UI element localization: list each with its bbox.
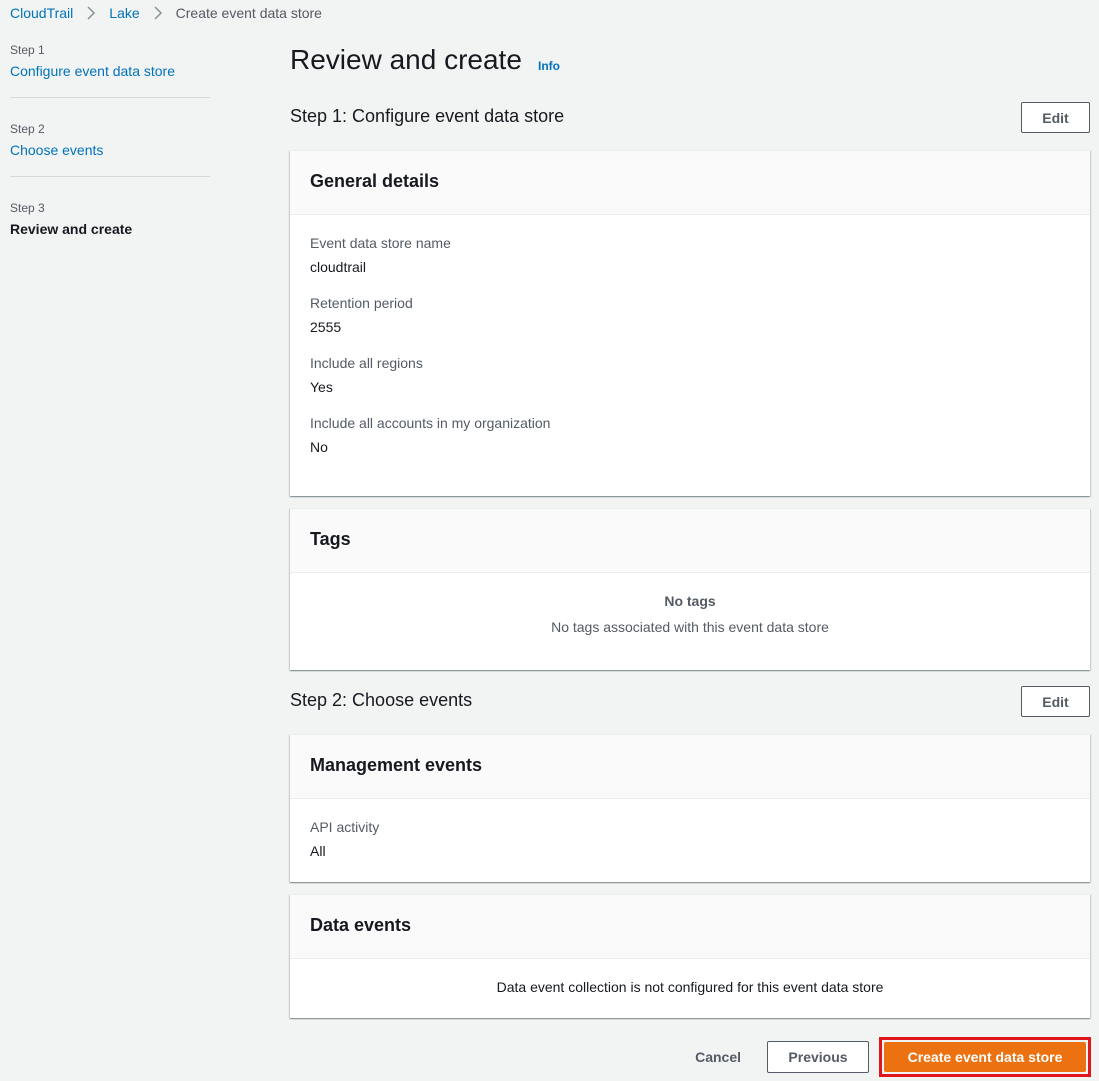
- cancel-button[interactable]: Cancel: [695, 1049, 741, 1065]
- page-title: Review and create: [290, 44, 522, 75]
- section-step2-title: Step 2: Choose events: [290, 690, 473, 710]
- wizard-steps: Step 1 Configure event data store Step 2…: [10, 43, 210, 279]
- panel-title: Data events: [310, 915, 412, 935]
- create-event-data-store-button[interactable]: Create event data store: [884, 1042, 1086, 1072]
- panel-header: Management events: [290, 735, 1090, 799]
- panel-header: Data events: [290, 895, 1090, 959]
- tags-empty-state: No tags No tags associated with this eve…: [290, 573, 1090, 635]
- field-label: Include all accounts in my organization: [310, 415, 551, 431]
- field-value: cloudtrail: [310, 259, 367, 275]
- field-label: Event data store name: [310, 235, 451, 251]
- field-event-data-store-name: Event data store name cloudtrail: [310, 235, 1070, 275]
- chevron-right-icon: [84, 6, 98, 20]
- breadcrumb-current: Create event data store: [175, 5, 322, 21]
- field-retention-period: Retention period 2555: [310, 295, 1070, 335]
- field-label: Include all regions: [310, 355, 423, 371]
- step-current-review: Review and create: [10, 221, 133, 237]
- step-number: Step 1: [10, 43, 45, 57]
- breadcrumb-cloudtrail-link[interactable]: CloudTrail: [10, 5, 73, 21]
- wizard-footer: Cancel Previous Create event data store: [695, 1037, 1091, 1077]
- field-include-all-accounts: Include all accounts in my organization …: [310, 415, 1070, 455]
- wizard-step-1: Step 1 Configure event data store: [10, 43, 210, 98]
- chevron-right-icon: [151, 6, 165, 20]
- field-value: No: [310, 439, 328, 455]
- step-link-configure[interactable]: Configure event data store: [10, 63, 210, 79]
- wizard-step-3: Step 3 Review and create: [10, 201, 210, 255]
- field-label: Retention period: [310, 295, 413, 311]
- tags-panel: Tags No tags No tags associated with thi…: [290, 508, 1090, 670]
- step-number: Step 2: [10, 122, 45, 136]
- field-include-all-regions: Include all regions Yes: [310, 355, 1070, 395]
- empty-title: No tags: [664, 593, 716, 609]
- field-value: Yes: [310, 379, 333, 395]
- panel-header: Tags: [290, 509, 1090, 573]
- data-events-panel: Data events Data event collection is not…: [290, 894, 1090, 1018]
- panel-header: General details: [290, 151, 1090, 215]
- general-details-panel: General details Event data store name cl…: [290, 150, 1090, 496]
- edit-step1-button[interactable]: Edit: [1021, 102, 1090, 133]
- management-events-panel: Management events API activity All: [290, 734, 1090, 882]
- previous-button[interactable]: Previous: [767, 1041, 869, 1073]
- data-events-message: Data event collection is not configured …: [496, 979, 884, 995]
- field-value: All: [310, 843, 326, 859]
- breadcrumb-lake-link[interactable]: Lake: [109, 5, 139, 21]
- panel-title: Tags: [310, 529, 351, 549]
- panel-title: General details: [310, 171, 440, 191]
- info-link[interactable]: Info: [538, 59, 560, 73]
- edit-step2-button[interactable]: Edit: [1021, 686, 1090, 717]
- step-link-choose-events[interactable]: Choose events: [10, 142, 210, 158]
- highlight-box: Create event data store: [879, 1037, 1091, 1077]
- section-step1-title: Step 1: Configure event data store: [290, 106, 565, 126]
- empty-description: No tags associated with this event data …: [551, 619, 829, 635]
- field-api-activity: API activity All: [310, 819, 1070, 859]
- field-value: 2555: [310, 319, 342, 335]
- step-number: Step 3: [10, 201, 45, 215]
- panel-body: API activity All: [290, 799, 1090, 859]
- panel-body: Event data store name cloudtrail Retenti…: [290, 215, 1090, 455]
- wizard-step-2: Step 2 Choose events: [10, 122, 210, 177]
- field-label: API activity: [310, 819, 380, 835]
- breadcrumb: CloudTrail Lake Create event data store: [10, 5, 322, 21]
- panel-title: Management events: [310, 755, 483, 775]
